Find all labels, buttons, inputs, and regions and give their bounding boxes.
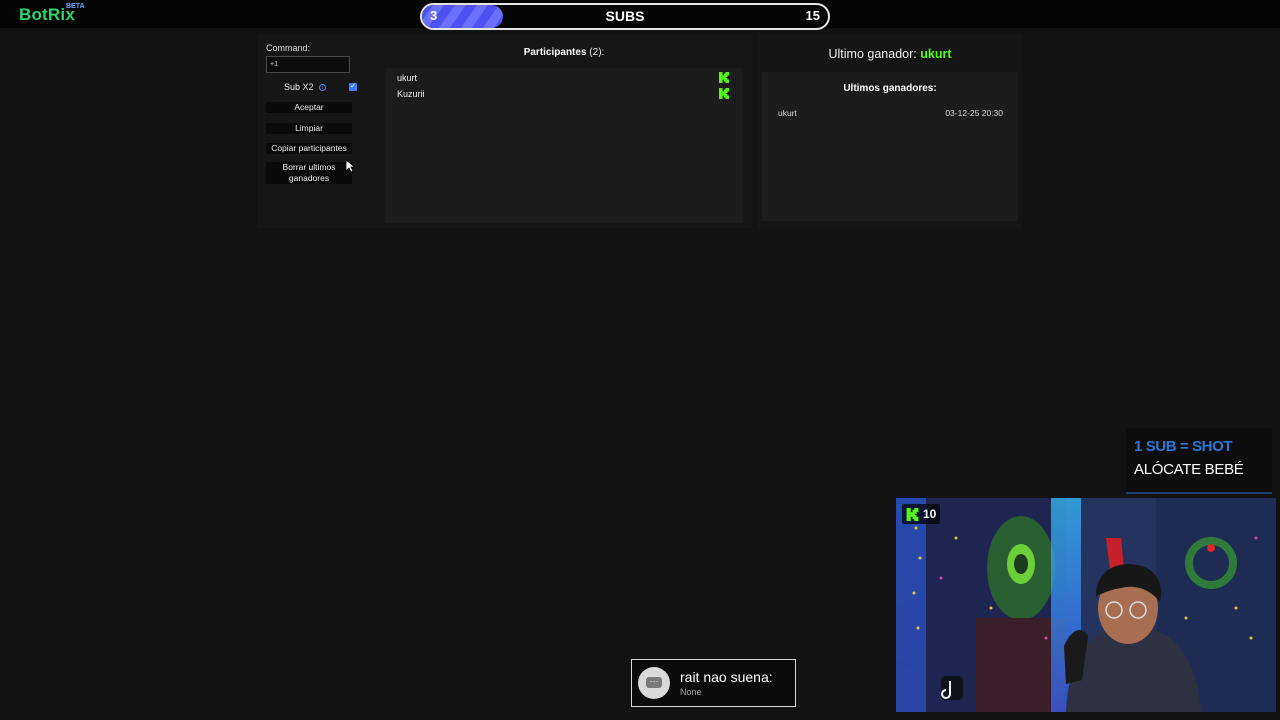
last-winner-label: Ultimo ganador:	[828, 47, 917, 61]
alocate-text: ALÓCATE BEBÉ	[1134, 461, 1244, 478]
participants-list: ukurt Kuzurii	[385, 68, 743, 223]
check-icon: ✓	[350, 83, 356, 90]
chat-bubble-icon: ···	[646, 677, 662, 688]
subs-goal-target: 15	[805, 8, 820, 23]
participant-item: Kuzurii	[397, 89, 425, 99]
kick-logo-icon	[719, 88, 729, 99]
sub-shot-text: 1 SUB = SHOT	[1134, 438, 1233, 455]
notification-title: rait nao suena:	[680, 669, 773, 685]
kick-logo-icon	[719, 72, 729, 83]
subs-goal-bar: 3 SUBS 15	[420, 3, 830, 30]
copy-participants-button[interactable]: Copiar participantes	[266, 143, 352, 154]
winner-date: 03-12-25 20:30	[945, 108, 1003, 118]
participants-section: Participantes (2): ukurt Kuzurii	[385, 44, 743, 223]
sub-shot-overlay: 1 SUB = SHOT ALÓCATE BEBÉ	[1126, 428, 1272, 494]
kick-logo-icon	[906, 507, 919, 521]
subx2-label: Sub X2	[284, 82, 314, 92]
participant-item: ukurt	[397, 73, 418, 83]
clear-button[interactable]: Limpiar	[266, 123, 352, 134]
participants-count: (2):	[589, 47, 605, 58]
cursor-icon	[345, 159, 355, 173]
command-input[interactable]	[266, 56, 350, 73]
notification-avatar: ···	[638, 667, 670, 699]
winner-name: ukurt	[778, 108, 797, 118]
info-icon[interactable]: i	[319, 84, 326, 91]
viewer-count-badge: 10	[902, 504, 941, 524]
subs-label: SUBS	[605, 8, 645, 24]
chat-notification: ··· rait nao suena: None	[631, 659, 796, 707]
top-bar: BotRix BETA 3 SUBS 15	[0, 0, 1280, 30]
clear-winners-button[interactable]: Borrar ultimos ganadores	[266, 162, 352, 184]
viewer-count: 10	[923, 507, 937, 521]
subx2-checkbox[interactable]: ✓	[349, 83, 357, 91]
participants-title-text: Participantes	[523, 47, 587, 58]
command-label: Command:	[266, 43, 311, 53]
winners-history: Ultimos ganadores: ukurt 03-12-25 20:30	[762, 72, 1018, 221]
winners-history-title: Ultimos ganadores:	[843, 83, 937, 94]
last-winner-name: ukurt	[920, 47, 952, 61]
webcam-feed: 10	[896, 498, 1276, 712]
notification-subtitle: None	[680, 687, 702, 697]
participants-title: Participantes (2):	[385, 47, 743, 58]
last-winner: Ultimo ganador: ukurt	[758, 47, 1022, 61]
beta-tag: BETA	[66, 3, 85, 10]
accept-button[interactable]: Aceptar	[266, 102, 352, 113]
webcam-image	[896, 498, 1276, 712]
